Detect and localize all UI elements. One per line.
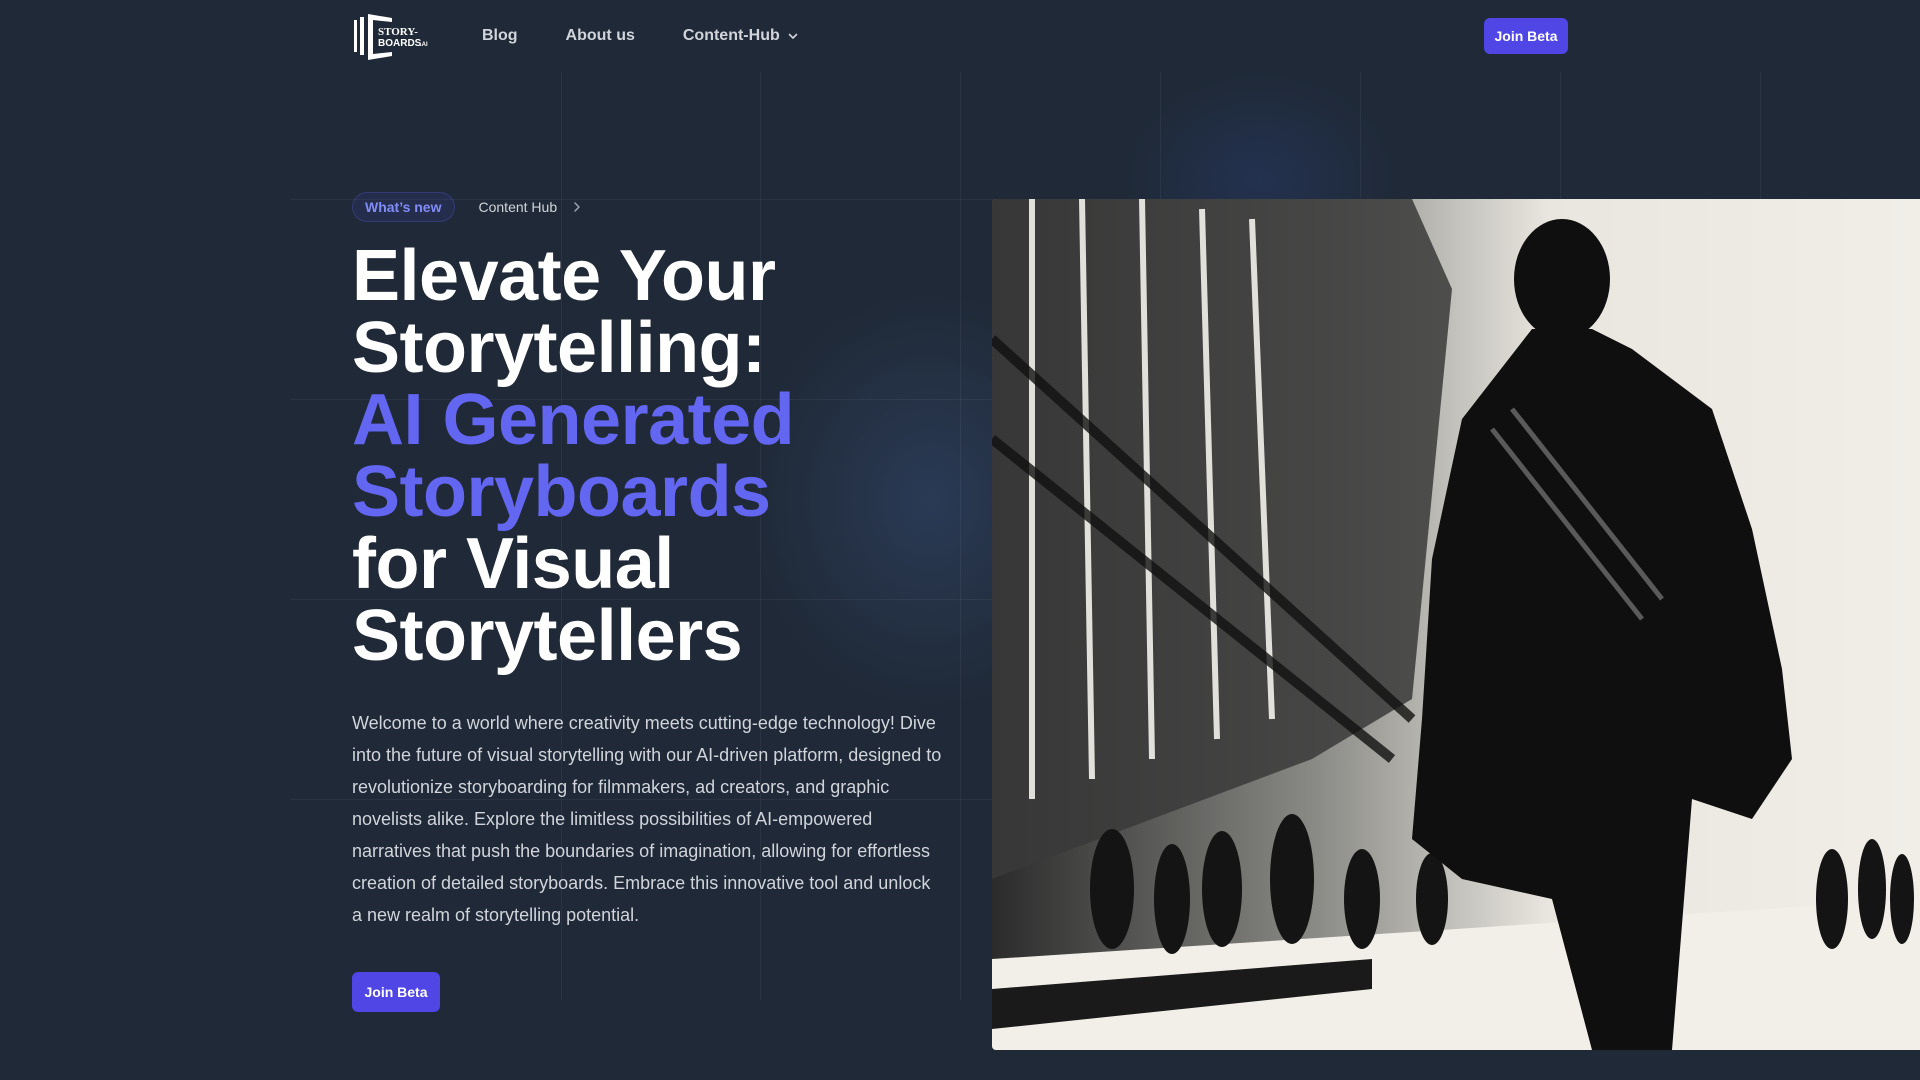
headline-line: Storytellers [352, 596, 743, 676]
join-beta-hero-button[interactable]: Join Beta [352, 972, 440, 1012]
nav-item-label: About us [565, 27, 635, 44]
headline-line: Elevate Your [352, 236, 776, 316]
grid-line [960, 72, 961, 1000]
hero-headline: Elevate Your Storytelling: AI Generated … [352, 236, 795, 676]
content-hub-link[interactable]: Content Hub [479, 199, 582, 215]
svg-text:STORY-: STORY- [378, 26, 418, 38]
content-hub-label: Content Hub [478, 199, 558, 215]
headline-line: for Visual [352, 524, 674, 604]
button-label: Join Beta [364, 984, 428, 1000]
chevron-right-icon [574, 202, 580, 212]
logo-icon: STORY- BOARDS .AI [354, 14, 428, 60]
announcement-bar: What’s new Content Hub [352, 192, 581, 222]
nav-item-label: Content-Hub [682, 27, 780, 44]
whats-new-badge[interactable]: What’s new [352, 192, 455, 222]
join-beta-header-button[interactable]: Join Beta [1484, 18, 1568, 54]
hero-description: Welcome to a world where creativity meet… [352, 713, 942, 925]
svg-text:BOARDS: BOARDS [378, 38, 422, 49]
headline-line: Storytelling: [352, 308, 766, 388]
nav-item-content-hub[interactable]: Content-Hub [683, 27, 798, 45]
svg-text:.AI: .AI [420, 42, 428, 48]
chevron-down-icon [788, 33, 798, 39]
hero-image [992, 199, 1920, 1050]
nav-item-about-us[interactable]: About us [566, 27, 635, 45]
nav-item-blog[interactable]: Blog [482, 27, 518, 45]
main-nav: Blog About us Content-Hub [482, 0, 798, 72]
logo[interactable]: STORY- BOARDS .AI [352, 10, 444, 64]
button-label: Join Beta [1494, 28, 1558, 44]
nav-item-label: Blog [482, 27, 518, 44]
storyboard-illustration [992, 199, 1920, 1050]
headline-accent-line: AI Generated [352, 380, 795, 460]
headline-accent-line: Storyboards [352, 452, 771, 532]
site-header: STORY- BOARDS .AI Blog About us Content-… [0, 0, 1920, 72]
